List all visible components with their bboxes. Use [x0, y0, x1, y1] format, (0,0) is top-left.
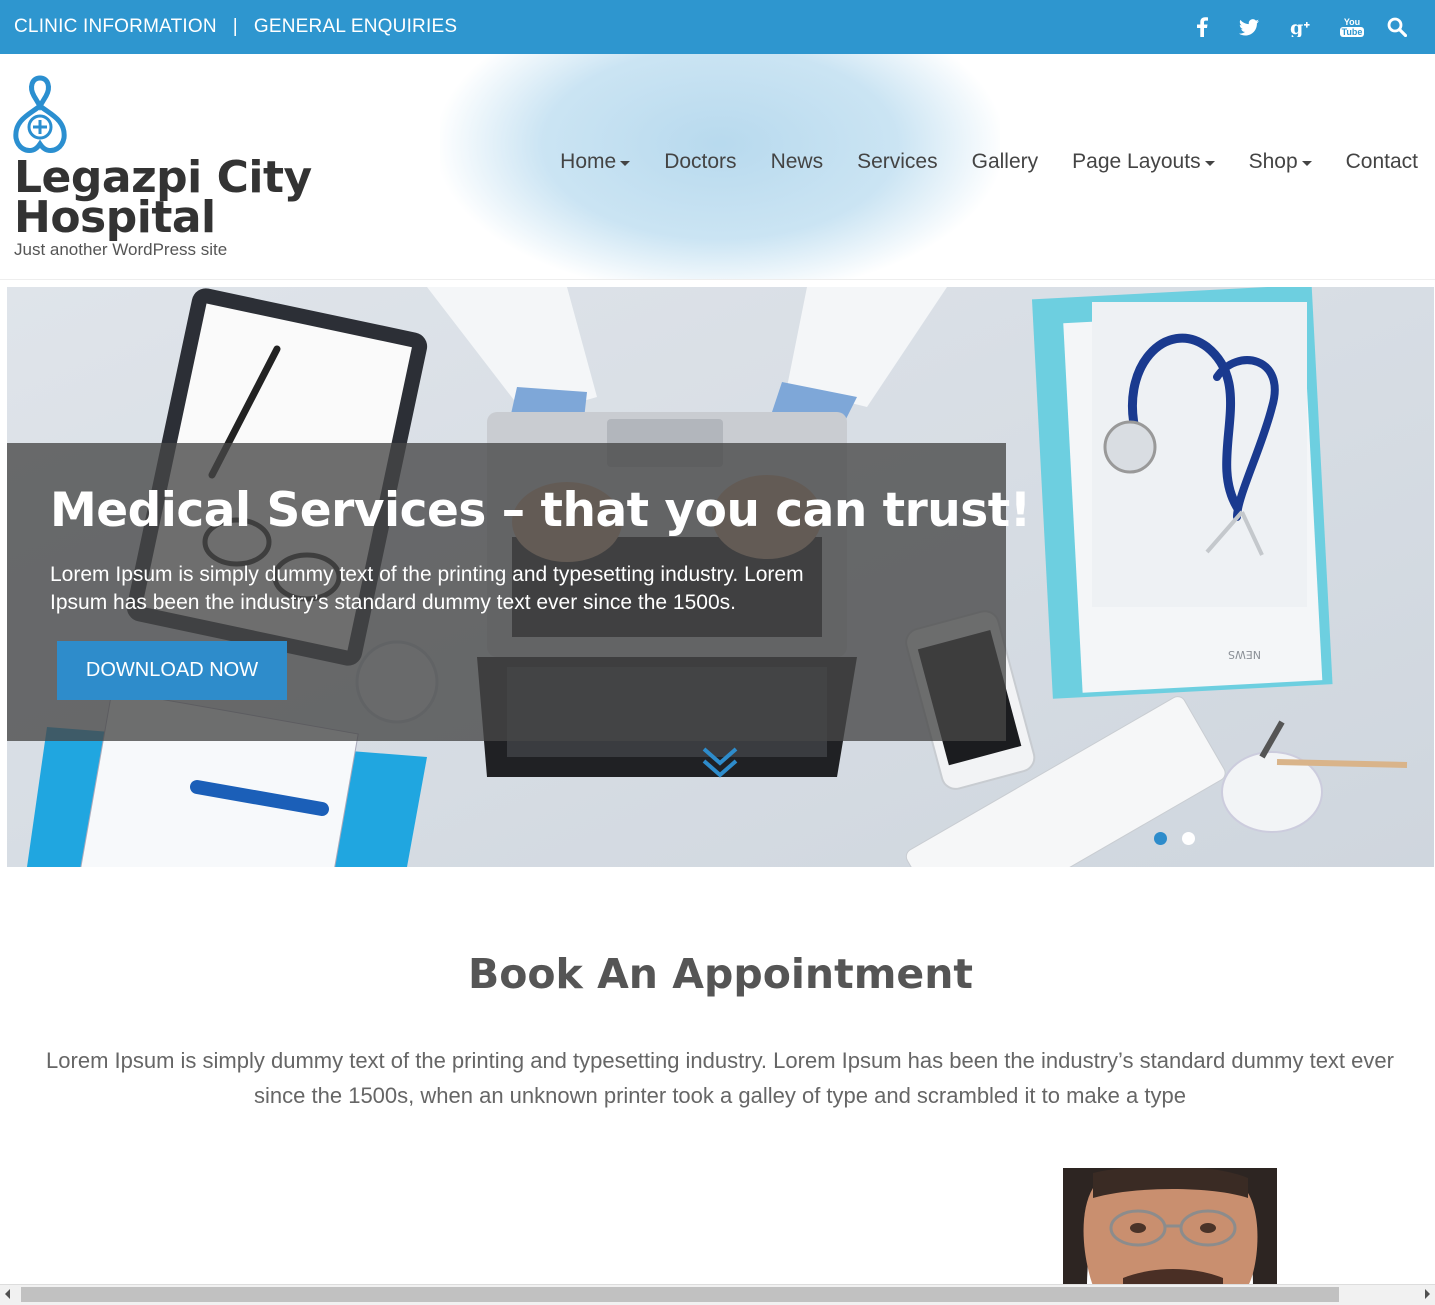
caret-down-icon: [620, 160, 631, 166]
hero-text-line2: Ipsum has been the industry’s standard d…: [50, 591, 736, 614]
general-enquiries-link[interactable]: GENERAL ENQUIRIES: [254, 16, 457, 38]
youtube-icon[interactable]: You Tube: [1339, 15, 1365, 39]
google-plus-icon[interactable]: g: [1289, 15, 1313, 39]
nav-item-contact[interactable]: Contact: [1346, 150, 1418, 174]
nav-item-gallery[interactable]: Gallery: [972, 150, 1039, 174]
hero-text-line1: Lorem Ipsum is simply dummy text of the …: [50, 563, 804, 586]
nav-item-label: Home: [560, 150, 617, 173]
youtube-label-bottom: Tube: [1339, 26, 1365, 37]
doctor-photo: [1063, 1168, 1277, 1286]
scrollbar-thumb[interactable]: [21, 1287, 1339, 1302]
nav-item-shop[interactable]: Shop: [1249, 150, 1312, 174]
hero-text: Lorem Ipsum is simply dummy text of the …: [50, 561, 930, 617]
top-links-separator: |: [232, 16, 238, 37]
main-navigation: Home Doctors News Services Gallery Page …: [560, 150, 1418, 174]
svg-text:g: g: [1290, 17, 1303, 37]
appointment-text: Lorem Ipsum is simply dummy text of the …: [20, 1043, 1420, 1113]
site-title[interactable]: Legazpi City Hospital: [14, 156, 314, 243]
twitter-icon[interactable]: [1237, 15, 1261, 39]
nav-item-news[interactable]: News: [771, 150, 824, 174]
nav-item-label: Gallery: [971, 150, 1039, 173]
scroll-left-arrow-icon[interactable]: [5, 1289, 10, 1299]
slider-dot-2[interactable]: [1182, 832, 1195, 845]
site-header: Legazpi City Hospital Just another WordP…: [0, 54, 1435, 280]
site-title-line2: Hospital: [14, 192, 216, 243]
appointment-text-line1: Lorem Ipsum is simply dummy text of the …: [46, 1048, 1394, 1073]
top-bar: CLINIC INFORMATION | GENERAL ENQUIRIES g…: [0, 0, 1435, 54]
facebook-icon[interactable]: [1190, 15, 1214, 39]
search-icon[interactable]: [1385, 15, 1409, 39]
caret-down-icon: [1204, 160, 1215, 166]
scroll-down-chevron-icon[interactable]: [700, 743, 740, 783]
slider-dot-1[interactable]: [1154, 832, 1167, 845]
hero-title: Medical Services – that you can trust!: [50, 483, 1031, 538]
scroll-right-arrow-icon[interactable]: [1425, 1289, 1430, 1299]
nav-item-label: Page Layouts: [1072, 150, 1201, 173]
site-tagline: Just another WordPress site: [14, 240, 228, 259]
appointment-title: Book An Appointment: [467, 950, 974, 998]
nav-item-services[interactable]: Services: [857, 150, 938, 174]
nav-item-page-layouts[interactable]: Page Layouts: [1072, 150, 1215, 174]
download-now-button[interactable]: DOWNLOAD NOW: [57, 641, 287, 700]
hospital-logo-icon[interactable]: [12, 74, 68, 154]
nav-item-label: Services: [857, 150, 938, 173]
horizontal-scrollbar[interactable]: [0, 1284, 1435, 1305]
nav-item-doctors[interactable]: Doctors: [664, 150, 736, 174]
nav-item-home[interactable]: Home: [560, 150, 631, 174]
caret-down-icon: [1301, 160, 1312, 166]
youtube-label-top: You: [1343, 16, 1361, 27]
hero-slider: NEWS Medical Services – that you can tru…: [7, 287, 1434, 867]
nav-item-label: News: [770, 150, 824, 173]
top-links: CLINIC INFORMATION | GENERAL ENQUIRIES: [14, 0, 457, 54]
nav-item-label: Doctors: [664, 150, 737, 173]
nav-item-label: Contact: [1345, 150, 1418, 173]
nav-item-label: Shop: [1248, 150, 1298, 173]
hero-folder-label: NEWS: [1228, 648, 1261, 661]
appointment-text-line2: since the 1500s, when an unknown printer…: [254, 1083, 1186, 1108]
hero-caption: Medical Services – that you can trust! L…: [7, 443, 1031, 741]
clinic-information-link[interactable]: CLINIC INFORMATION: [14, 16, 217, 38]
